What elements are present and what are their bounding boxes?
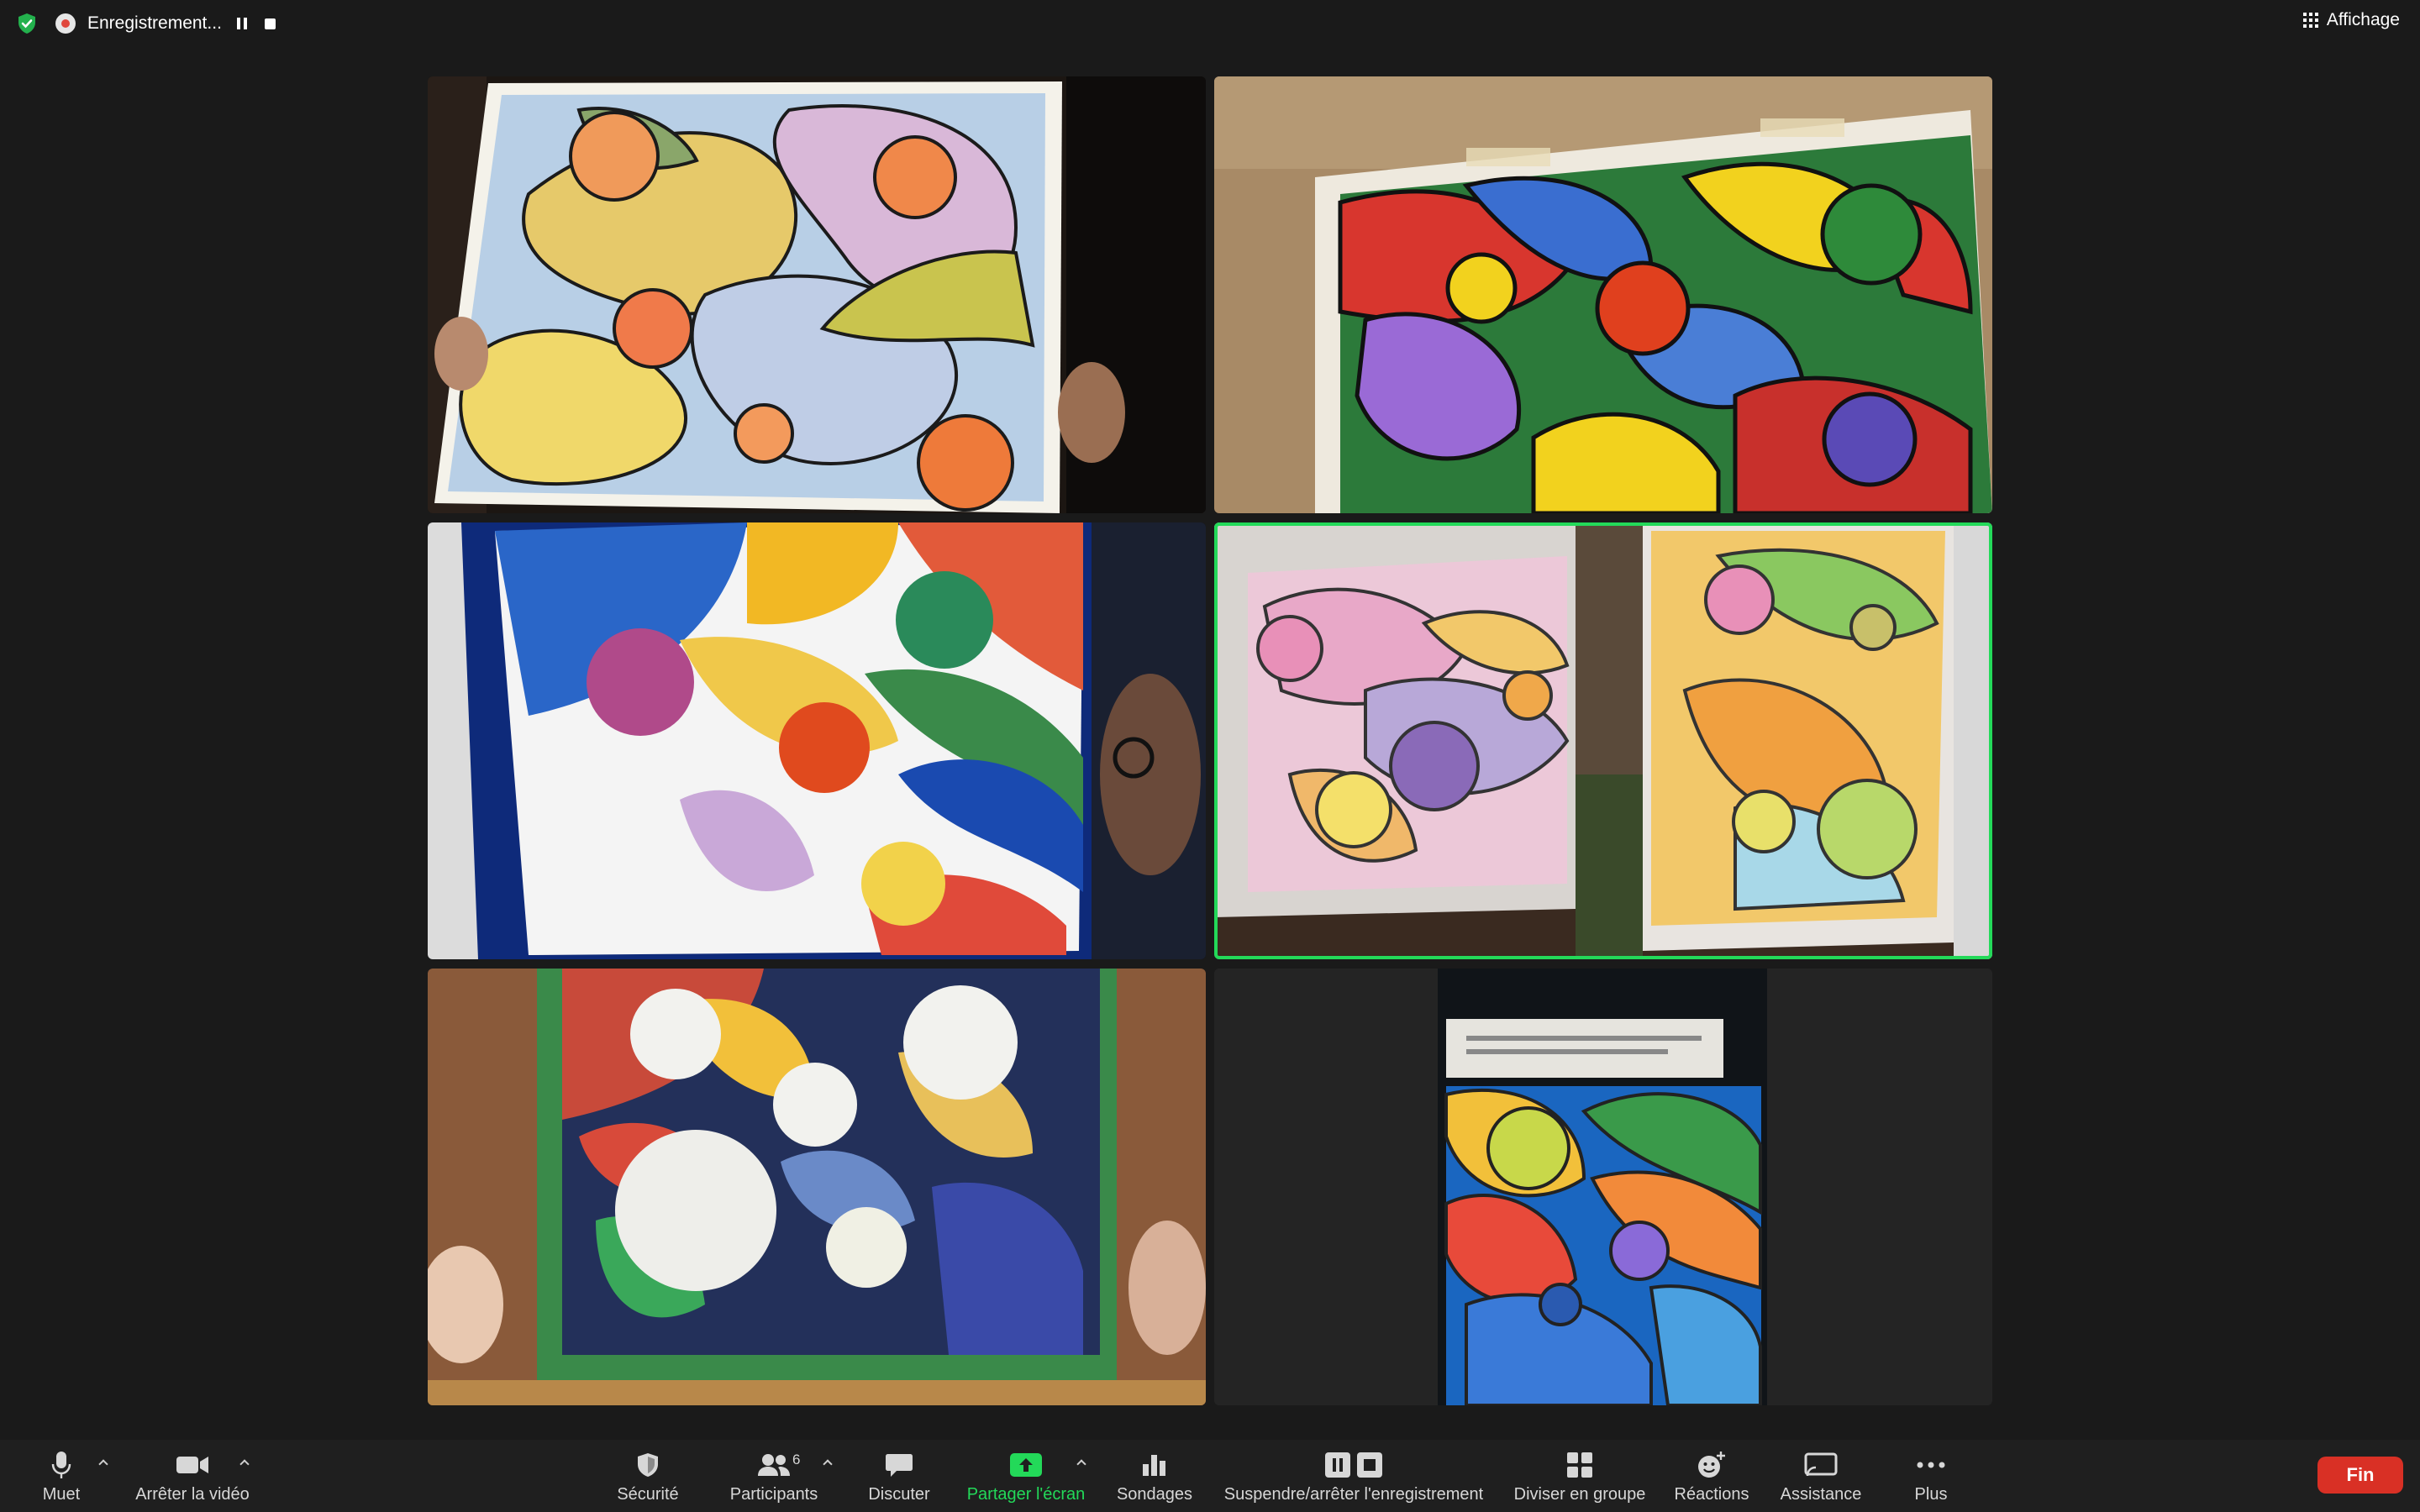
security-label: Sécurité [617,1485,679,1504]
polls-label: Sondages [1116,1485,1193,1504]
video-feed-painting-5 [428,969,1206,1405]
share-screen-icon [1009,1448,1043,1482]
stop-icon [265,18,276,29]
recording-status-text: Enregistrement... [87,13,222,33]
chat-label: Discuter [868,1485,930,1504]
breakout-rooms-icon [1565,1448,1594,1482]
pause-recording-button[interactable] [234,15,250,32]
video-feed-painting-4 [1214,522,1992,959]
video-feed-painting-2 [1214,76,1992,513]
breakout-rooms-button[interactable]: Diviser en groupe [1507,1440,1652,1512]
recording-dot-icon [55,13,76,34]
share-screen-label: Partager l'écran [966,1485,1086,1504]
video-tile-3[interactable] [428,522,1206,959]
stop-recording-button[interactable] [262,15,279,32]
stop-video-label: Arrêter la vidéo [135,1485,250,1504]
mute-label: Muet [42,1485,81,1504]
assistance-label: Assistance [1780,1485,1862,1504]
recording-indicator: Enregistrement... [55,8,279,39]
participants-count: 6 [792,1452,801,1467]
video-tile-5[interactable] [428,969,1206,1405]
meeting-toolbar: Muet Arrêter la vidéo Sécurité Participa… [0,1440,2420,1512]
reactions-label: Réactions [1674,1485,1749,1504]
video-feed-painting-3 [428,522,1206,959]
microphone-icon [51,1448,71,1482]
participants-button[interactable]: Participants [724,1440,823,1512]
pause-icon [236,18,247,29]
more-label: Plus [1914,1485,1948,1504]
view-button[interactable]: Affichage [2302,10,2400,30]
assistance-button[interactable]: Assistance [1776,1440,1865,1512]
video-tile-6[interactable] [1214,969,1992,1405]
pause-stop-recording-button[interactable]: Suspendre/arrêter l'enregistrement [1218,1440,1489,1512]
participants-label: Participants [729,1485,818,1504]
chat-button[interactable]: Discuter [864,1440,934,1512]
video-feed-painting-1 [428,76,1206,513]
recording-controls-icon [1324,1448,1383,1482]
video-tile-2[interactable] [1214,76,1992,513]
view-button-label: Affichage [2326,10,2400,29]
encryption-shield-icon[interactable] [15,12,39,35]
more-dots-icon [1916,1448,1946,1482]
end-meeting-button[interactable]: Fin [2317,1457,2403,1494]
audio-options-caret-icon[interactable] [97,1457,109,1468]
more-button[interactable]: Plus [1906,1440,1956,1512]
top-bar: Enregistrement... Affichage [0,0,2420,47]
participants-options-caret-icon[interactable] [822,1457,834,1468]
breakout-rooms-label: Diviser en groupe [1513,1485,1646,1504]
video-options-caret-icon[interactable] [239,1457,250,1468]
mute-button[interactable]: Muet [34,1440,89,1512]
security-button[interactable]: Sécurité [610,1440,686,1512]
polls-button[interactable]: Sondages [1114,1440,1195,1512]
reactions-button[interactable]: Réactions [1670,1440,1753,1512]
recording-control-label: Suspendre/arrêter l'enregistrement [1223,1485,1484,1504]
shield-icon [636,1448,660,1482]
cast-screen-icon [1804,1448,1838,1482]
share-options-caret-icon[interactable] [1076,1457,1087,1468]
video-feed-painting-6 [1214,969,1992,1405]
stop-video-button[interactable]: Arrêter la vidéo [126,1440,259,1512]
video-tile-1[interactable] [428,76,1206,513]
video-camera-icon [175,1448,210,1482]
video-tile-4-active-speaker[interactable] [1214,522,1992,959]
bar-chart-icon [1141,1448,1168,1482]
chat-bubble-icon [885,1448,913,1482]
share-screen-button[interactable]: Partager l'écran [963,1440,1089,1512]
smiley-plus-icon [1697,1448,1727,1482]
participants-icon [756,1448,792,1482]
grid-icon [2302,13,2318,28]
